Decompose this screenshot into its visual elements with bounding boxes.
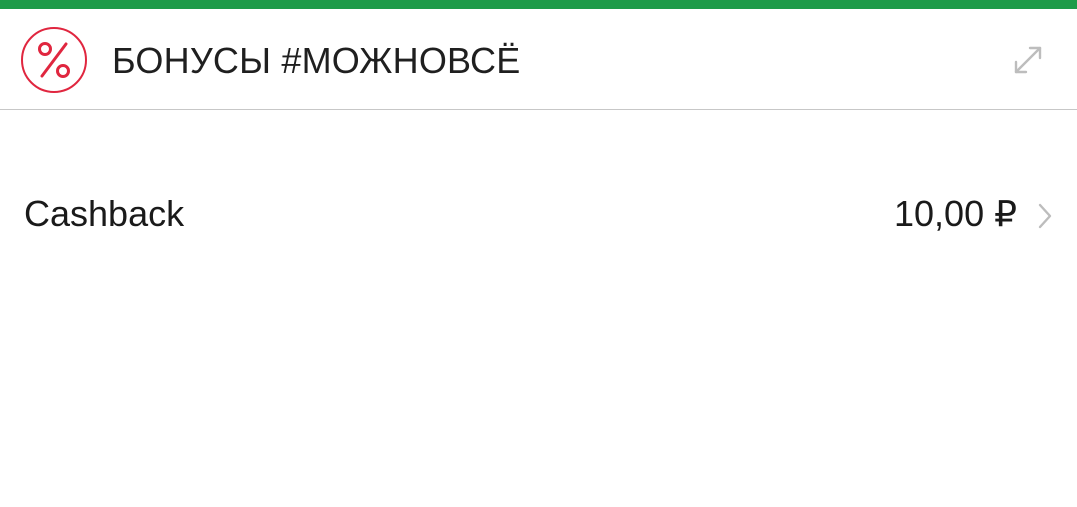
percent-icon [21, 27, 87, 93]
cashback-label: Cashback [24, 193, 185, 234]
cashback-amount: 10,00 ₽ [894, 193, 1017, 234]
bonus-header: БОНУСЫ #МОЖНОВСЁ [0, 9, 1077, 110]
expand-arrows-icon[interactable] [1010, 42, 1046, 78]
accent-bar [0, 0, 1077, 9]
chevron-right-icon [1035, 200, 1055, 232]
cashback-row[interactable]: Cashback 10,00 ₽ [0, 170, 1077, 262]
page-title: БОНУСЫ #МОЖНОВСЁ [112, 40, 521, 81]
